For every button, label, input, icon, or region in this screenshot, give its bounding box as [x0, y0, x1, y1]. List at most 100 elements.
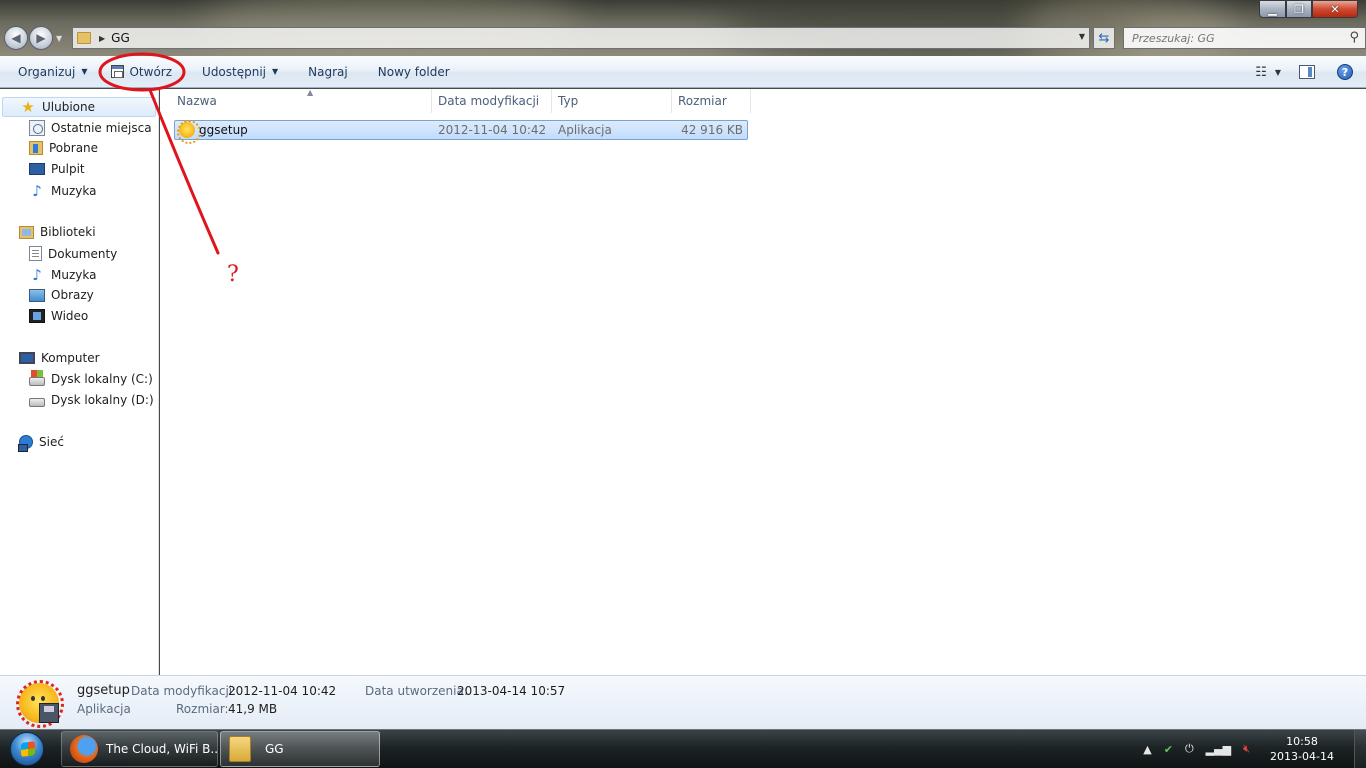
view-list-icon: ☷	[1255, 64, 1267, 80]
minimize-button[interactable]: ▁	[1259, 0, 1286, 18]
details-modified-label: Data modyfikacji:	[131, 684, 237, 698]
details-modified-value: 2012-11-04 10:42	[228, 684, 337, 698]
breadcrumb-separator-icon[interactable]: ▶	[99, 34, 105, 43]
nav-music-label: Muzyka	[51, 184, 97, 198]
address-dropdown-icon[interactable]: ▼	[1079, 32, 1085, 41]
nav-downloads[interactable]: Pobrane	[29, 141, 98, 155]
nav-documents-label: Dokumenty	[48, 246, 118, 261]
nav-drive-c-label: Dysk lokalny (C:)	[51, 372, 153, 386]
address-bar[interactable]: ▶ GG ▼	[72, 27, 1090, 49]
start-button[interactable]	[2, 731, 52, 767]
nav-drive-c[interactable]: Dysk lokalny (C:)	[29, 369, 153, 386]
file-modified: 2012-11-04 10:42	[438, 123, 547, 137]
system-tray: ▲ ✔ ⏻ ▂▄▆ 🔇︎ 10:58 2013-04-14	[1143, 730, 1366, 768]
nav-network[interactable]: Sieć	[18, 435, 64, 452]
nav-pictures-label: Obrazy	[51, 288, 94, 302]
navigation-pane: ★ Ulubione Ostatnie miejsca Pobrane Pulp…	[0, 89, 159, 675]
burn-label: Nagraj	[308, 64, 348, 79]
magnifier-icon[interactable]: ⚲	[1349, 30, 1359, 45]
libraries-icon	[19, 225, 34, 239]
nav-desktop[interactable]: Pulpit	[29, 162, 85, 176]
forward-button[interactable]: ▶	[29, 26, 53, 50]
nav-favorites-label: Ulubione	[42, 100, 96, 114]
new-folder-label: Nowy folder	[377, 64, 450, 79]
back-button[interactable]: ◀	[4, 26, 28, 50]
show-hidden-icons-arrow[interactable]: ▲	[1143, 743, 1151, 756]
folder-icon	[77, 32, 91, 44]
nav-libraries[interactable]: Biblioteki	[19, 225, 96, 239]
close-button[interactable]: ✕	[1312, 0, 1358, 18]
recent-places-icon	[29, 120, 45, 136]
volume-muted-icon[interactable]: 🔇︎	[1243, 742, 1250, 756]
nav-recent-places[interactable]: Ostatnie miejsca	[29, 120, 152, 136]
folder-icon	[229, 736, 251, 762]
search-input[interactable]	[1132, 31, 1332, 45]
nav-documents[interactable]: Dokumenty	[29, 246, 117, 261]
column-header-name[interactable]: Nazwa ▲	[171, 88, 432, 113]
forward-arrow-icon: ▶	[36, 31, 46, 45]
burn-button[interactable]: Nagraj	[290, 56, 360, 88]
details-file-name: ggsetup	[77, 683, 130, 698]
taskbar-explorer-label: GG	[265, 742, 284, 756]
new-folder-button[interactable]: Nowy folder	[360, 56, 462, 88]
column-header-modified[interactable]: Data modyfikacji	[432, 89, 552, 113]
clock-date: 2013-04-14	[1270, 750, 1334, 763]
column-type-label: Typ	[558, 94, 579, 108]
music-note-icon: ♪	[32, 266, 42, 284]
pictures-icon	[29, 288, 45, 302]
security-center-icon[interactable]: ✔	[1164, 743, 1173, 756]
open-program-icon	[111, 65, 125, 78]
navigation-buttons: ◀ ▶ ▼	[4, 26, 66, 50]
refresh-icon: ⇆	[1098, 30, 1110, 46]
column-header-size[interactable]: Rozmiar	[672, 89, 751, 113]
open-button[interactable]: Otwórz	[99, 56, 184, 88]
nav-music-favorite[interactable]: ♪ Muzyka	[29, 183, 96, 199]
star-icon: ★	[21, 98, 35, 116]
file-type: Aplikacja	[558, 123, 612, 137]
desktop-icon	[29, 163, 45, 175]
downloads-folder-icon	[29, 141, 43, 155]
chevron-down-icon: ▼	[272, 67, 279, 76]
taskbar-explorer-gg[interactable]: GG	[220, 731, 380, 767]
taskbar-firefox[interactable]: The Cloud, WiFi B...	[61, 731, 218, 767]
nav-videos[interactable]: Wideo	[29, 309, 88, 323]
network-icon	[18, 435, 33, 452]
power-plug-icon[interactable]: ⏻	[1185, 742, 1194, 756]
organize-button[interactable]: Organizuj ▼	[0, 56, 99, 88]
gg-application-icon	[177, 120, 201, 144]
breadcrumb-gg[interactable]: GG	[111, 31, 130, 45]
nav-music-library-label: Muzyka	[51, 268, 97, 282]
help-icon[interactable]: ?	[1337, 64, 1353, 80]
command-bar: Organizuj ▼ Otwórz Udostępnij ▼ Nagraj N…	[0, 56, 1366, 88]
file-row[interactable]: ggsetup 2012-11-04 10:42 Aplikacja 42 91…	[174, 120, 748, 144]
system-drive-icon	[29, 369, 45, 386]
share-button[interactable]: Udostępnij ▼	[184, 56, 290, 88]
details-type: Aplikacja	[77, 702, 131, 716]
open-label: Otwórz	[129, 64, 173, 79]
nav-computer[interactable]: Komputer	[19, 351, 100, 365]
maximize-button[interactable]: ❐	[1286, 0, 1312, 18]
clock[interactable]: 10:58 2013-04-14	[1262, 734, 1342, 764]
details-created-label: Data utworzenia:	[365, 684, 468, 698]
nav-drive-d-label: Dysk lokalny (D:)	[51, 393, 154, 407]
column-name-label: Nazwa	[177, 94, 217, 108]
network-signal-icon[interactable]: ▂▄▆	[1206, 743, 1231, 756]
nav-pictures[interactable]: Obrazy	[29, 288, 94, 302]
documents-icon	[29, 246, 42, 261]
column-header-type[interactable]: Typ	[552, 89, 672, 113]
show-desktop-button[interactable]	[1354, 730, 1366, 768]
nav-network-label: Sieć	[39, 435, 64, 449]
change-view-button[interactable]: ☷ ▼	[1255, 65, 1281, 80]
nav-drive-d[interactable]: Dysk lokalny (D:)	[29, 393, 154, 407]
windows-logo-icon	[10, 732, 44, 766]
video-film-icon	[29, 309, 45, 323]
column-modified-label: Data modyfikacji	[438, 94, 540, 108]
nav-favorites[interactable]: ★ Ulubione	[2, 97, 156, 117]
hard-drive-icon	[29, 397, 45, 407]
gg-application-large-icon	[16, 680, 64, 728]
details-size-value: 41,9 MB	[228, 702, 278, 716]
refresh-button[interactable]: ⇆	[1093, 27, 1115, 49]
recent-pages-dropdown[interactable]: ▼	[56, 34, 66, 43]
nav-music-library[interactable]: ♪ Muzyka	[29, 267, 96, 283]
preview-pane-icon[interactable]	[1299, 65, 1315, 79]
